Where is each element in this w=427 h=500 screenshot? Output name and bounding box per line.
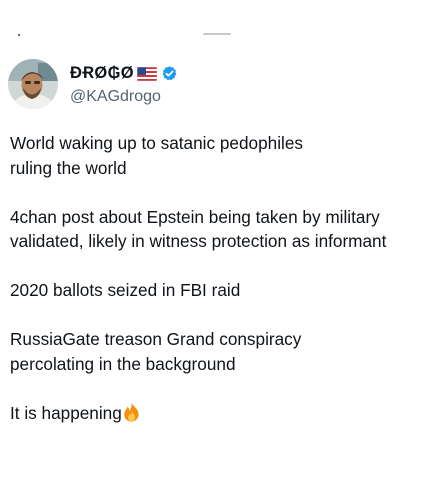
tweet-header: ÐɌØ₲Ø @KAGdrogo bbox=[8, 56, 178, 112]
tweet-paragraph-last: It is happening bbox=[10, 401, 420, 426]
cropped-ui-fragment bbox=[203, 33, 231, 35]
tweet-paragraph: RussiaGate treason Grand conspiracy perc… bbox=[10, 329, 302, 374]
tweet-paragraph-text: It is happening bbox=[10, 402, 122, 423]
display-name-row[interactable]: ÐɌØ₲Ø bbox=[70, 63, 178, 85]
fire-emoji-icon bbox=[123, 402, 140, 422]
profile-photo-icon bbox=[8, 59, 58, 109]
verified-badge-icon[interactable] bbox=[161, 65, 178, 82]
avatar[interactable] bbox=[8, 59, 58, 109]
us-flag-icon bbox=[136, 66, 158, 81]
cropped-top-area bbox=[0, 0, 427, 40]
tweet-paragraph: 2020 ballots seized in FBI raid bbox=[10, 280, 241, 300]
display-name[interactable]: ÐɌØ₲Ø bbox=[70, 64, 134, 83]
tweet-text: World waking up to satanic pedophiles ru… bbox=[10, 131, 420, 450]
author-handle[interactable]: @KAGdrogo bbox=[70, 88, 178, 106]
author-names: ÐɌØ₲Ø @KAGdrogo bbox=[70, 59, 178, 109]
cropped-ui-fragment bbox=[18, 34, 20, 36]
tweet-paragraph: 4chan post about Epstein being taken by … bbox=[10, 206, 387, 252]
tweet-paragraph: World waking up to satanic pedophiles ru… bbox=[10, 133, 304, 178]
